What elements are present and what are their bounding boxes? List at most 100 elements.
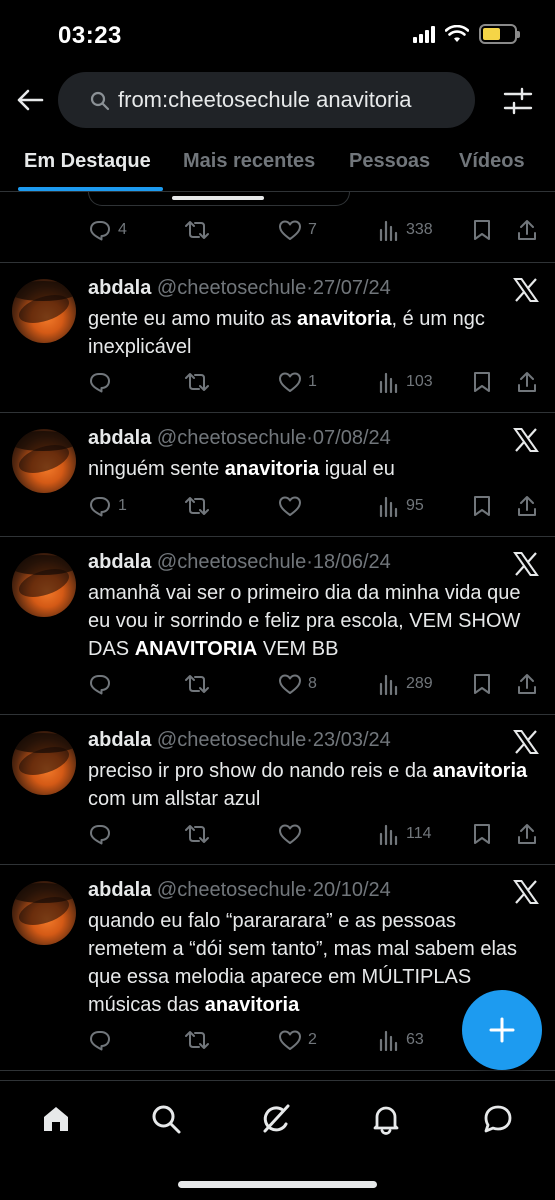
retweet-button[interactable] xyxy=(184,1025,216,1055)
share-button[interactable] xyxy=(516,367,538,397)
share-button[interactable] xyxy=(516,491,538,521)
tweet-date[interactable]: 07/08/24 xyxy=(313,427,391,449)
tweet[interactable]: abdala @cheetosechule·27/07/24 gente eu … xyxy=(0,262,555,412)
plus-icon xyxy=(489,1017,515,1043)
author-handle[interactable]: @cheetosechule xyxy=(157,551,306,573)
share-button[interactable] xyxy=(516,819,538,849)
share-button[interactable] xyxy=(516,669,538,699)
author-handle[interactable]: @cheetosechule xyxy=(157,277,306,299)
reply-button[interactable] xyxy=(88,819,118,849)
author-name[interactable]: abdala xyxy=(88,427,151,449)
home-icon xyxy=(44,1107,68,1131)
retweet-icon xyxy=(185,1031,209,1049)
avatar[interactable] xyxy=(12,279,76,343)
bookmark-button[interactable] xyxy=(472,215,492,245)
author-name[interactable]: abdala xyxy=(88,551,151,573)
like-button[interactable] xyxy=(278,491,308,521)
author-name[interactable]: abdala xyxy=(88,879,151,901)
compose-post-button[interactable] xyxy=(462,990,542,1070)
bookmark-icon xyxy=(474,372,490,392)
tweet-text-segment: preciso ir pro show do nando reis e da xyxy=(88,760,433,782)
tab-mais-recentes[interactable]: Mais recentes xyxy=(183,150,315,173)
back-button[interactable] xyxy=(12,82,48,118)
quoted-tweet-remnant[interactable] xyxy=(88,192,350,206)
bookmark-icon xyxy=(474,220,490,240)
retweet-button[interactable] xyxy=(184,819,216,849)
tweet-actions: 1 103 xyxy=(88,367,548,397)
search-icon xyxy=(90,91,110,111)
tweet[interactable]: abdala @cheetosechule·07/08/24 ninguém s… xyxy=(0,412,555,536)
x-logo-icon xyxy=(513,879,539,905)
retweet-button[interactable] xyxy=(184,491,216,521)
search-term-highlight: anavitoria xyxy=(204,994,300,1016)
retweet-button[interactable] xyxy=(184,669,216,699)
tweet-date[interactable]: 20/10/24 xyxy=(313,879,391,901)
retweet-button[interactable] xyxy=(184,367,216,397)
views-icon xyxy=(379,220,398,241)
reply-button[interactable] xyxy=(88,669,118,699)
author-name[interactable]: abdala xyxy=(88,277,151,299)
reply-button[interactable] xyxy=(88,1025,118,1055)
nav-home[interactable] xyxy=(36,1099,76,1139)
retweet-button[interactable] xyxy=(184,215,216,245)
like-button[interactable]: 8 xyxy=(278,669,317,699)
x-logo-icon xyxy=(513,551,539,577)
avatar[interactable] xyxy=(12,881,76,945)
status-icons xyxy=(413,24,520,44)
avatar[interactable] xyxy=(12,553,76,617)
bookmark-button[interactable] xyxy=(472,491,492,521)
tweet-text-segment: VEM BB xyxy=(257,638,339,660)
views-button[interactable]: 338 xyxy=(378,215,433,245)
search-filter-button[interactable] xyxy=(501,84,535,118)
tweet[interactable]: abdala @cheetosechule·18/06/24 amanhã va… xyxy=(0,536,555,714)
avatar[interactable] xyxy=(12,429,76,493)
like-button[interactable]: 1 xyxy=(278,367,317,397)
x-logo-icon xyxy=(513,729,539,755)
tweet[interactable]: abdala @cheetosechule·23/03/24 preciso i… xyxy=(0,714,555,864)
nav-grok[interactable] xyxy=(256,1099,296,1139)
like-button[interactable]: 7 xyxy=(278,215,317,245)
search-icon xyxy=(152,1105,181,1134)
nav-messages[interactable] xyxy=(478,1099,518,1139)
author-name[interactable]: abdala xyxy=(88,729,151,751)
retweet-icon xyxy=(185,825,209,843)
author-handle[interactable]: @cheetosechule xyxy=(157,729,306,751)
views-button[interactable]: 63 xyxy=(378,1025,424,1055)
bookmark-button[interactable] xyxy=(472,367,492,397)
tab-em-destaque[interactable]: Em Destaque xyxy=(24,150,151,173)
views-button[interactable]: 103 xyxy=(378,367,433,397)
reply-button[interactable] xyxy=(88,367,118,397)
views-button[interactable]: 289 xyxy=(378,669,433,699)
avatar[interactable] xyxy=(12,731,76,795)
reply-icon xyxy=(90,675,110,695)
reply-icon xyxy=(90,497,110,517)
bookmark-button[interactable] xyxy=(472,819,492,849)
view-count: 63 xyxy=(406,1031,424,1048)
tweet-text: amanhã vai ser o primeiro dia da minha v… xyxy=(88,579,538,663)
nav-explore[interactable] xyxy=(146,1099,186,1139)
search-input[interactable]: from:cheetosechule anavitoria xyxy=(58,72,475,128)
tab-pessoas[interactable]: Pessoas xyxy=(349,150,430,173)
tweet-date[interactable]: 23/03/24 xyxy=(313,729,391,751)
retweet-icon xyxy=(185,373,209,391)
views-button[interactable]: 95 xyxy=(378,491,424,521)
meta-separator: · xyxy=(306,551,313,573)
retweet-icon xyxy=(185,221,209,239)
author-handle[interactable]: @cheetosechule xyxy=(157,879,306,901)
tweet-date[interactable]: 18/06/24 xyxy=(313,551,391,573)
reply-icon xyxy=(90,373,110,393)
bookmark-button[interactable] xyxy=(472,669,492,699)
views-button[interactable]: 114 xyxy=(378,819,432,849)
like-button[interactable]: 2 xyxy=(278,1025,317,1055)
reply-button[interactable]: 1 xyxy=(88,491,127,521)
like-button[interactable] xyxy=(278,819,308,849)
tweet-actions: 1 95 xyxy=(88,491,548,521)
reply-button[interactable]: 4 xyxy=(88,215,127,245)
like-count: 2 xyxy=(308,1031,317,1048)
tweet-date[interactable]: 27/07/24 xyxy=(313,277,391,299)
author-handle[interactable]: @cheetosechule xyxy=(157,427,306,449)
tab-videos[interactable]: Vídeos xyxy=(459,150,525,173)
nav-notifications[interactable] xyxy=(366,1099,406,1139)
grok-icon xyxy=(263,1104,290,1133)
share-button[interactable] xyxy=(516,215,538,245)
